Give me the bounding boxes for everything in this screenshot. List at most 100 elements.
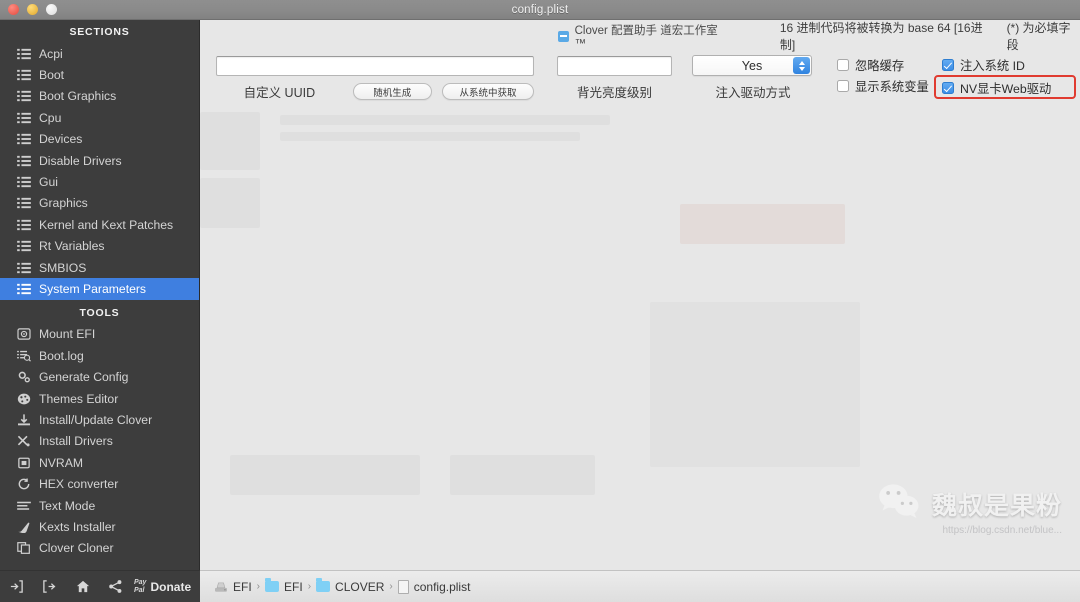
sidebar-item-label: Acpi [39,46,63,61]
checkbox-box[interactable] [837,58,849,71]
nvidia-web-driver-highlight [934,75,1076,99]
window-title: config.plist [511,3,569,16]
tool-item-install-update-clover[interactable]: Install/Update Clover [0,409,199,430]
brand-label: Clover 配置助手 道宏工作室™ [558,22,724,50]
sections-header: SECTIONS [69,26,130,38]
breadcrumb-item-efi-folder[interactable]: EFI [265,578,303,594]
ignore-cache-checkbox[interactable]: 忽略缓存 [837,54,929,75]
sidebar-item-label: SMBIOS [39,260,87,275]
checkbox-box[interactable] [837,79,849,92]
sidebar-item-label: Graphics [39,196,88,211]
list-icon [16,133,31,146]
tool-item-generate-config[interactable]: Generate Config [0,366,199,387]
breadcrumb-separator: › [307,581,312,592]
backlight-level-input[interactable] [557,56,672,76]
list-icon [16,261,31,274]
sidebar-item-acpi[interactable]: Acpi [0,43,199,64]
get-uuid-from-system-button[interactable]: 从系统中获取 [441,83,534,100]
folder-icon [265,578,280,592]
sidebar-item-graphics[interactable]: Graphics [0,193,199,214]
tool-item-install-drivers[interactable]: Install Drivers [0,431,199,452]
tool-item-boot-log[interactable]: Boot.log [0,345,199,366]
sidebar-item-kernel-and-kext-patches[interactable]: Kernel and Kext Patches [0,214,199,235]
header-info-row: Clover 配置助手 道宏工作室™ 16 进制代码将被转换为 base 64 … [200,20,1080,52]
tool-item-label: Clover Cloner [39,541,114,556]
disk-icon [16,328,31,341]
uuid-caption: 自定义 UUID [243,86,316,100]
inject-system-id-checkbox[interactable]: 注入系统 ID [942,54,1051,75]
list-icon [16,111,31,124]
tool-item-clover-cloner[interactable]: Clover Cloner [0,538,199,559]
sidebar-item-label: Rt Variables [39,239,105,254]
backlight-field-group: 背光亮度级别 [557,56,672,101]
tool-item-label: Boot.log [39,348,84,363]
list-icon [16,176,31,189]
tool-item-mount-efi[interactable]: Mount EFI [0,324,199,345]
sidebar-item-boot-graphics[interactable]: Boot Graphics [0,86,199,107]
tool-item-label: Kexts Installer [39,519,116,534]
sidebar-item-system-parameters[interactable]: System Parameters [0,278,199,300]
tools-icon [16,435,31,448]
share-icon[interactable] [99,571,132,602]
tool-item-themes-editor[interactable]: Themes Editor [0,388,199,409]
refresh-icon [16,478,31,491]
list-icon [16,69,31,82]
watermark: 魏叔是果粉 [877,483,1062,524]
tool-item-text-mode[interactable]: Text Mode [0,495,199,516]
sidebar-item-cpu[interactable]: Cpu [0,107,199,128]
copy-icon [16,542,31,555]
system-parameters-form: 自定义 UUID 随机生成 从系统中获取 背光亮度级别 Yes 注入驱动方式 忽… [200,50,1080,104]
list-icon [16,154,31,167]
sidebar-item-smbios[interactable]: SMBIOS [0,257,199,278]
inject-kexts-caption: 注入驱动方式 [715,86,791,100]
import-icon[interactable] [0,571,33,602]
tool-item-label: Install/Update Clover [39,412,153,427]
breadcrumb-separator: › [256,581,261,592]
tool-item-label: Text Mode [39,498,96,513]
chevron-updown-icon[interactable] [793,57,810,74]
custom-uuid-input[interactable] [216,56,534,76]
title-bar: config.plist [0,0,1080,20]
hex-note: 16 进制代码将被转换为 base 64 [16进制] [779,21,983,52]
checkbox-box[interactable] [942,58,954,71]
list-icon [16,282,31,295]
text-lines-icon [16,499,31,512]
backlight-caption: 背光亮度级别 [576,86,652,100]
clover-badge-icon [558,30,569,42]
paypal-logo: Pay Pal [134,579,147,594]
export-icon[interactable] [33,571,66,602]
document-icon [397,579,409,594]
breadcrumb-label: EFI [233,579,252,594]
sidebar-item-gui[interactable]: Gui [0,171,199,192]
bottom-toolbar: Pay Pal Donate [0,570,200,602]
tool-item-nvram[interactable]: NVRAM [0,452,199,473]
watermark-text: 魏叔是果粉 [931,491,1062,520]
breadcrumb-item-clover[interactable]: CLOVER [316,578,385,594]
donate-button[interactable]: Pay Pal Donate [134,579,191,594]
checkbox-label: 注入系统 ID [960,58,1025,73]
sidebar-item-rt-variables[interactable]: Rt Variables [0,236,199,257]
sidebar-item-boot[interactable]: Boot [0,64,199,85]
inject-kexts-select[interactable]: Yes [692,55,812,76]
breadcrumb-item-efi-disk[interactable]: EFI [214,580,252,594]
home-icon[interactable] [66,571,99,602]
breadcrumb-label: EFI [284,579,303,594]
disk-icon [214,581,228,593]
sidebar-item-devices[interactable]: Devices [0,129,199,150]
breadcrumb-item-config-plist[interactable]: config.plist [397,579,470,594]
show-system-variables-checkbox[interactable]: 显示系统变量 [837,75,929,96]
tool-item-hex-converter[interactable]: HEX converter [0,473,199,494]
sections-list: Acpi Boot Boot Graphics Cpu Devices Disa… [0,43,199,300]
download-icon [16,413,31,426]
main-panel: Clover 配置助手 道宏工作室™ 16 进制代码将被转换为 base 64 … [200,20,1080,570]
sidebar-item-label: Gui [39,175,58,190]
breadcrumb-separator: › [389,581,393,592]
sidebar-item-disable-drivers[interactable]: Disable Drivers [0,150,199,171]
checkbox-column-right: 注入系统 ID NV显卡Web驱动 [934,54,1076,99]
tool-item-kexts-installer[interactable]: Kexts Installer [0,516,199,537]
generate-random-uuid-button[interactable]: 随机生成 [352,83,432,100]
breadcrumb-label: CLOVER [335,579,385,594]
checkbox-column-left: 忽略缓存 显示系统变量 [837,54,929,96]
log-search-icon [16,349,31,362]
tool-item-label: Install Drivers [39,434,113,449]
